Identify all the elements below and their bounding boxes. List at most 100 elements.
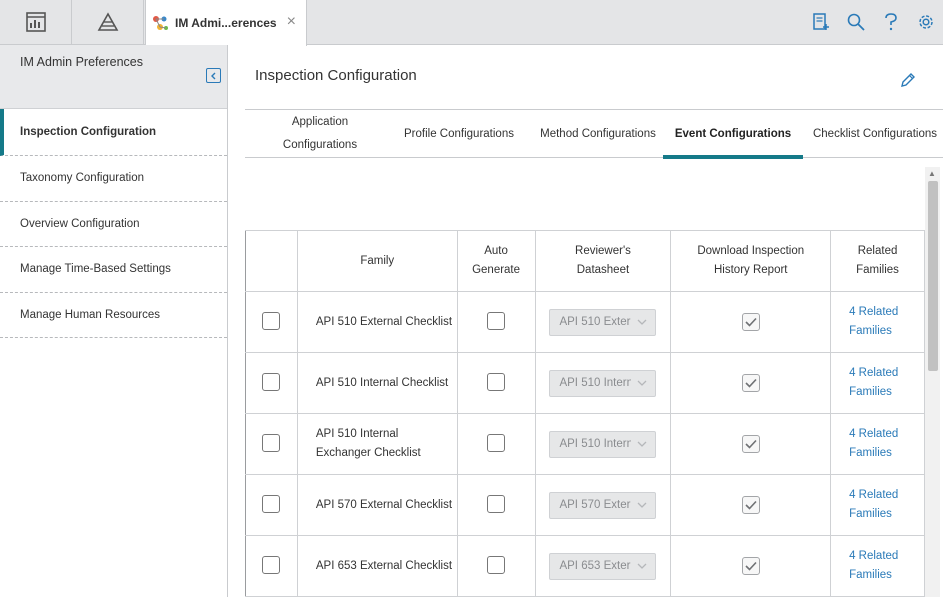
chevron-down-icon <box>638 441 647 447</box>
help-button[interactable] <box>873 13 908 31</box>
new-document-button[interactable] <box>803 13 838 31</box>
sidebar-item-taxonomy-configuration[interactable]: Taxonomy Configuration <box>0 156 227 202</box>
sidebar-item-inspection-configuration[interactable]: Inspection Configuration <box>0 109 227 156</box>
main-content: Inspection Configuration Application Con… <box>228 45 943 597</box>
related-families-link[interactable]: 4 Related Families <box>849 428 898 459</box>
chevron-down-icon <box>638 563 647 569</box>
table-row: API 570 External Checklist API 570 Exter… <box>245 474 925 536</box>
row-select-checkbox[interactable] <box>262 311 281 330</box>
checkmark-icon <box>745 439 757 449</box>
reviewers-datasheet-select[interactable]: API 510 Internal <box>549 430 657 458</box>
tab-im-admin-preferences[interactable]: IM Admi...erences × <box>145 0 307 46</box>
scrollbar-thumb[interactable] <box>928 181 938 371</box>
family-cell: API 510 Internal Exchanger Checklist <box>296 413 458 475</box>
related-families-link[interactable]: 4 Related Families <box>849 306 898 337</box>
config-tabs: Application Configurations Profile Confi… <box>245 109 943 159</box>
download-history-checkbox[interactable] <box>741 557 760 575</box>
download-history-checkbox[interactable] <box>741 313 760 331</box>
tab-label: Event Configurations <box>674 128 792 140</box>
event-configurations-table: Family Auto Generate Reviewer's Datasheet … <box>245 230 925 597</box>
page-title: Inspection Configuration <box>255 67 417 84</box>
sidebar-item-label: Taxonomy Configuration <box>20 172 145 185</box>
related-families-link[interactable]: 4 Related Families <box>849 367 898 398</box>
header-auto-generate: Auto Generate <box>456 230 536 292</box>
chevron-down-icon <box>638 319 647 325</box>
top-bar: IM Admi...erences × <box>0 0 943 46</box>
auto-generate-checkbox[interactable] <box>487 494 506 513</box>
sidebar-item-manage-time-based-settings[interactable]: Manage Time-Based Settings <box>0 247 227 293</box>
reviewers-datasheet-select[interactable]: API 510 External <box>549 308 657 336</box>
scroll-up-icon[interactable]: ▲ <box>928 169 936 178</box>
chevron-down-icon <box>638 502 647 508</box>
tab-profile-configurations[interactable]: Profile Configurations <box>395 110 523 158</box>
tab-label: Application <box>291 116 349 128</box>
header-family: Family <box>296 230 458 292</box>
search-icon <box>847 13 865 31</box>
select-value: API 510 External <box>559 316 631 328</box>
select-value: API 510 Internal <box>559 377 631 389</box>
select-value: API 653 External <box>559 560 631 572</box>
select-value: API 570 External <box>559 499 631 511</box>
select-value: API 510 Internal <box>559 438 631 450</box>
collapse-sidebar-button[interactable] <box>206 68 221 83</box>
tab-event-configurations[interactable]: Event Configurations <box>663 110 803 159</box>
row-select-checkbox[interactable] <box>262 372 281 391</box>
tab-label: Checklist Configurations <box>812 128 937 140</box>
table-row: API 510 Internal Checklist API 510 Inter… <box>245 352 925 414</box>
sidebar-header: IM Admin Preferences <box>0 45 227 109</box>
reviewers-datasheet-select[interactable]: API 570 External <box>549 491 657 519</box>
related-families-link[interactable]: 4 Related Families <box>849 489 898 520</box>
reviewers-datasheet-select[interactable]: API 653 External <box>549 552 657 580</box>
header-select <box>245 230 298 292</box>
pencil-icon <box>901 73 915 87</box>
table-row: API 510 Internal Exchanger Checklist API … <box>245 413 925 475</box>
search-button[interactable] <box>838 13 873 31</box>
checkmark-icon <box>745 378 757 388</box>
tab-checklist-configurations[interactable]: Checklist Configurations <box>807 110 943 158</box>
sidebar-item-label: Inspection Configuration <box>20 126 157 138</box>
settings-button[interactable] <box>908 13 943 31</box>
edit-button[interactable] <box>900 72 916 93</box>
tab-application-configurations[interactable]: Application Configurations <box>245 110 395 158</box>
tab-label: Method Configurations <box>540 128 656 140</box>
reviewers-datasheet-select[interactable]: API 510 Internal <box>549 369 657 397</box>
checkmark-icon <box>745 317 757 327</box>
dashboard-icon <box>25 12 46 32</box>
checkmark-icon <box>745 561 757 571</box>
auto-generate-checkbox[interactable] <box>487 372 506 391</box>
sidebar: IM Admin Preferences Inspection Configur… <box>0 45 228 597</box>
table-row: API 510 External Checklist API 510 Exter… <box>245 291 925 353</box>
auto-generate-checkbox[interactable] <box>487 311 506 330</box>
auto-generate-checkbox[interactable] <box>487 555 506 574</box>
molecule-icon <box>153 16 168 30</box>
download-history-checkbox[interactable] <box>741 435 760 453</box>
pyramid-button[interactable] <box>72 0 144 44</box>
sidebar-item-manage-human-resources[interactable]: Manage Human Resources <box>0 293 227 338</box>
dashboard-button[interactable] <box>0 0 72 44</box>
tab-method-configurations[interactable]: Method Configurations <box>523 110 673 158</box>
row-select-checkbox[interactable] <box>262 494 281 513</box>
gear-icon <box>918 15 933 29</box>
sidebar-item-overview-configuration[interactable]: Overview Configuration <box>0 202 227 247</box>
download-history-checkbox[interactable] <box>741 496 760 514</box>
tab-label: Configurations <box>282 139 358 151</box>
auto-generate-checkbox[interactable] <box>487 433 506 452</box>
row-select-checkbox[interactable] <box>262 555 281 574</box>
header-reviewers-datasheet: Reviewer's Datasheet <box>534 230 672 292</box>
related-families-link[interactable]: 4 Related Families <box>849 550 898 581</box>
pyramid-icon <box>97 12 118 31</box>
header-download-inspection-history: Download Inspection History Report <box>670 230 832 292</box>
table-header-row: Family Auto Generate Reviewer's Datasheet … <box>245 230 925 292</box>
new-document-icon <box>812 13 829 30</box>
close-tab-icon[interactable]: × <box>287 14 296 30</box>
download-history-checkbox[interactable] <box>741 374 760 392</box>
chevron-down-icon <box>638 380 647 386</box>
tab-label: IM Admi...erences <box>175 16 277 30</box>
help-icon <box>884 13 897 31</box>
table-row: API 653 External Checklist API 653 Exter… <box>245 535 925 597</box>
family-cell: API 510 Internal Checklist <box>296 352 458 414</box>
row-select-checkbox[interactable] <box>262 433 281 452</box>
sidebar-item-label: Overview Configuration <box>20 217 140 230</box>
sidebar-item-label: Manage Time-Based Settings <box>20 263 171 276</box>
tab-label: Profile Configurations <box>404 128 514 140</box>
